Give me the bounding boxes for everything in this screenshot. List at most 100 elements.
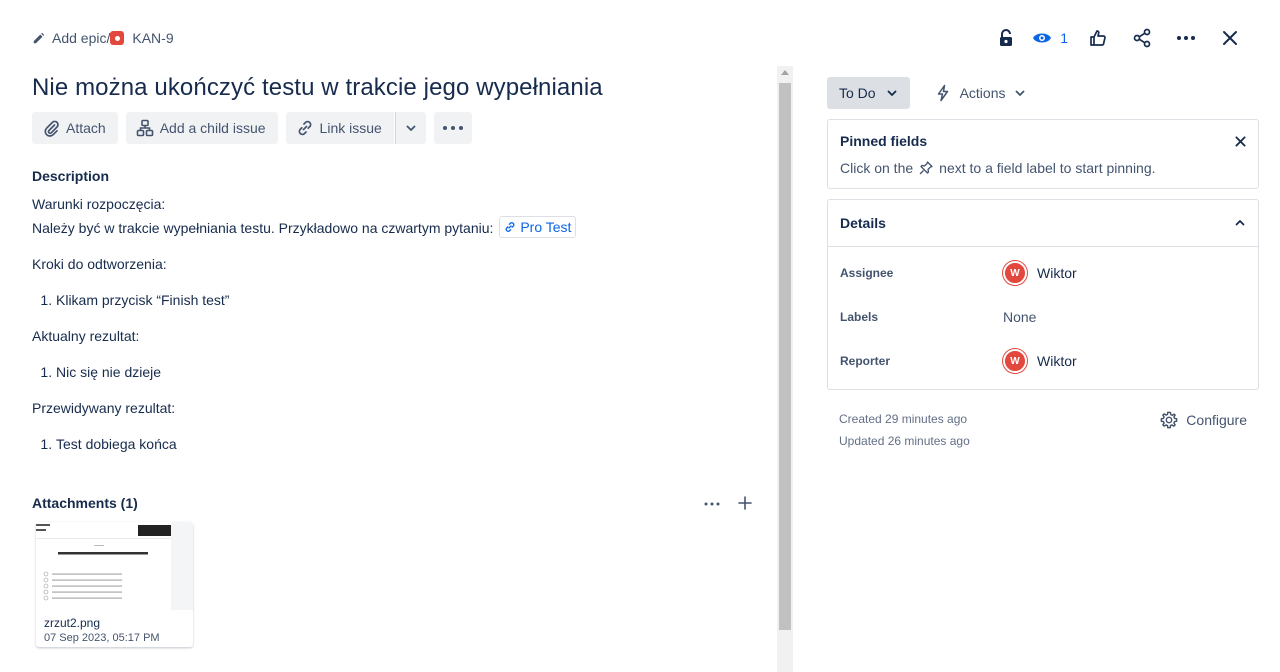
labels-value[interactable]: None bbox=[1003, 309, 1036, 325]
attachment-thumbnail bbox=[36, 522, 193, 610]
paperclip-icon bbox=[44, 120, 59, 137]
configure-button[interactable]: Configure bbox=[1160, 408, 1247, 432]
eye-icon bbox=[1033, 33, 1052, 43]
list-item: Klikam przycisk “Finish test” bbox=[56, 288, 762, 312]
thumbnail-page bbox=[36, 522, 172, 610]
share-button[interactable] bbox=[1124, 24, 1160, 52]
link-icon bbox=[505, 222, 515, 232]
more-horizontal-icon bbox=[1177, 36, 1195, 40]
pinned-fields-hint: Click on the next to a field label to st… bbox=[828, 160, 1258, 188]
list-item: Test dobiega końca bbox=[56, 432, 762, 456]
pinned-hint-text: next to a field label to start pinning. bbox=[939, 160, 1156, 176]
close-button[interactable] bbox=[1212, 24, 1248, 52]
link-icon bbox=[298, 120, 311, 136]
details-panel: Details Assignee W Wiktor Labels None Re… bbox=[827, 199, 1259, 390]
vote-button[interactable] bbox=[1080, 24, 1116, 52]
attachments-heading: Attachments (1) bbox=[32, 495, 138, 511]
add-child-issue-button[interactable]: Add a child issue bbox=[125, 112, 278, 144]
reporter-name: Wiktor bbox=[1037, 353, 1077, 369]
list-item: Nic się nie dzieje bbox=[56, 360, 762, 384]
attach-label: Attach bbox=[66, 120, 106, 136]
scroll-up-arrow-icon[interactable] bbox=[781, 70, 789, 75]
more-actions-button[interactable] bbox=[1168, 24, 1204, 52]
expected-result-heading: Przewidywany rezultat: bbox=[32, 400, 176, 416]
issue-sidebar: To Do Actions Pinned fields Click on the… bbox=[827, 77, 1259, 452]
thumbnail-image bbox=[36, 524, 172, 601]
created-date: Created 29 minutes ago bbox=[839, 412, 968, 426]
chevron-down-icon bbox=[406, 125, 416, 131]
attachment-filename: zrzut2.png bbox=[44, 616, 101, 630]
pinned-fields-title: Pinned fields bbox=[840, 133, 928, 149]
description-body[interactable]: Warunki rozpoczęcia: Należy być w trakci… bbox=[32, 192, 762, 456]
watchers-count: 1 bbox=[1060, 30, 1068, 46]
pinned-fields-panel: Pinned fields Click on the next to a fie… bbox=[827, 119, 1259, 189]
reporter-value[interactable]: W Wiktor bbox=[1003, 349, 1077, 373]
toolbar-more-button[interactable] bbox=[433, 112, 472, 144]
pinned-hint-text: Click on the bbox=[840, 160, 914, 176]
status-row: To Do Actions bbox=[827, 77, 1259, 109]
thumbs-up-icon bbox=[1090, 30, 1106, 46]
field-label: Labels bbox=[840, 310, 879, 324]
issue-header-actions: 1 bbox=[980, 24, 1248, 52]
gear-icon bbox=[1160, 411, 1178, 429]
scrollbar-thumb[interactable] bbox=[779, 83, 791, 630]
issue-key-link[interactable]: KAN-9 bbox=[132, 30, 173, 46]
expected-result-list: Test dobiega końca bbox=[32, 432, 762, 456]
attachment-date: 07 Sep 2023, 05:17 PM bbox=[44, 632, 160, 644]
add-epic-label: Add epic bbox=[52, 30, 107, 46]
field-assignee: Assignee W Wiktor bbox=[840, 251, 1246, 295]
actions-dropdown[interactable]: Actions bbox=[934, 84, 1026, 102]
pencil-icon bbox=[33, 32, 45, 44]
status-dropdown[interactable]: To Do bbox=[827, 77, 910, 109]
details-fields: Assignee W Wiktor Labels None Reporter W… bbox=[828, 246, 1258, 389]
attachments-actions bbox=[704, 496, 752, 510]
link-issue-dropdown[interactable] bbox=[394, 112, 426, 144]
actions-label: Actions bbox=[959, 85, 1006, 101]
add-icon[interactable] bbox=[738, 496, 752, 510]
updated-date: Updated 26 minutes ago bbox=[839, 434, 970, 448]
field-reporter: Reporter W Wiktor bbox=[840, 339, 1246, 383]
field-labels: Labels None bbox=[840, 295, 1246, 339]
attach-button[interactable]: Attach bbox=[32, 112, 118, 144]
close-icon[interactable] bbox=[1235, 135, 1246, 147]
lock-icon bbox=[1000, 29, 1013, 46]
steps-list: Klikam przycisk “Finish test” bbox=[32, 288, 762, 312]
status-label: To Do bbox=[839, 85, 876, 101]
lock-button[interactable] bbox=[988, 24, 1024, 52]
assignee-name: Wiktor bbox=[1037, 265, 1077, 281]
more-horizontal-icon[interactable] bbox=[704, 502, 720, 506]
steps-heading: Kroki do odtworzenia: bbox=[32, 256, 167, 272]
description-line: Należy być w trakcie wypełniania testu. … bbox=[32, 216, 762, 240]
share-icon bbox=[1133, 28, 1151, 48]
link-issue-label: Link issue bbox=[319, 120, 382, 136]
issue-meta: Created 29 minutes ago Updated 26 minute… bbox=[827, 408, 1259, 452]
issue-dates: Created 29 minutes ago Updated 26 minute… bbox=[839, 408, 970, 452]
configure-label: Configure bbox=[1186, 412, 1247, 428]
bug-icon bbox=[110, 31, 125, 45]
more-horizontal-icon bbox=[442, 126, 463, 130]
close-icon bbox=[1223, 31, 1237, 45]
link-issue-button[interactable]: Link issue bbox=[285, 112, 394, 144]
pro-test-link[interactable]: Pro Test bbox=[499, 216, 577, 238]
field-label: Reporter bbox=[840, 354, 891, 368]
hierarchy-icon bbox=[136, 119, 154, 137]
details-header[interactable]: Details bbox=[828, 200, 1258, 246]
actual-result-heading: Aktualny rezultat: bbox=[32, 328, 140, 344]
details-title: Details bbox=[840, 215, 886, 231]
add-child-issue-label: Add a child issue bbox=[159, 120, 266, 136]
issue-toolbar: Attach Add a child issue Link issue bbox=[32, 112, 762, 144]
avatar: W bbox=[1003, 349, 1027, 373]
issue-title[interactable]: Nie można ukończyć testu w trakcie jego … bbox=[32, 70, 762, 106]
assignee-value[interactable]: W Wiktor bbox=[1003, 261, 1077, 285]
pin-icon bbox=[919, 161, 933, 175]
attachment-card[interactable]: zrzut2.png 07 Sep 2023, 05:17 PM bbox=[36, 522, 193, 647]
description-text: Należy być w trakcie wypełniania testu. … bbox=[32, 220, 494, 236]
pro-test-link-label: Pro Test bbox=[520, 219, 572, 235]
chevron-up-icon bbox=[1235, 220, 1245, 226]
breadcrumb: Add epic / KAN-9 bbox=[32, 27, 174, 49]
add-epic-link[interactable]: Add epic bbox=[32, 30, 106, 46]
attachments-header: Attachments (1) bbox=[32, 495, 752, 511]
description-line: Warunki rozpoczęcia: bbox=[32, 196, 166, 212]
chevron-down-icon bbox=[1015, 90, 1024, 96]
watch-button[interactable]: 1 bbox=[1032, 30, 1068, 46]
